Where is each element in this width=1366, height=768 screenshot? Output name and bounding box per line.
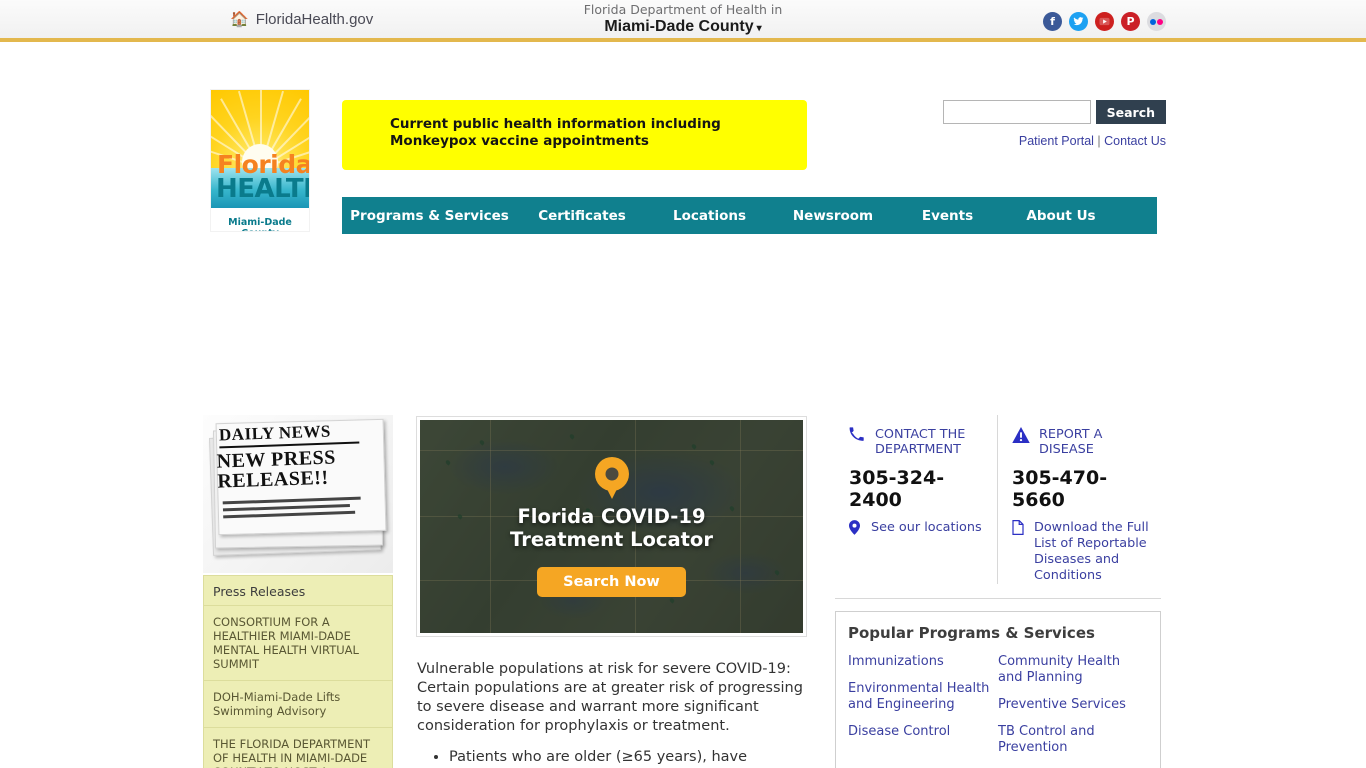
pinterest-icon[interactable]: P (1121, 12, 1140, 31)
search-now-button[interactable]: Search Now (537, 566, 686, 597)
home-link-label: FloridaHealth.gov (255, 11, 374, 28)
masthead: Florida HEALTH Miami-Dade County Current… (0, 42, 1366, 234)
alert-banner-text: Current public health information includ… (390, 116, 721, 149)
list-item: Patients who are older (≥65 years), have… (449, 748, 814, 768)
popular-programs-panel: Popular Programs & Services Immunization… (835, 611, 1161, 768)
right-sidebar: CONTACT THE DEPARTMENT 305-324-2400 See … (835, 415, 1161, 768)
body-paragraph: Vulnerable populations at risk for sever… (417, 661, 803, 734)
phone-icon (849, 427, 866, 448)
nav-item-newsroom[interactable]: Newsroom (772, 208, 894, 224)
left-sidebar: DAILY NEWS NEW PRESS RELEASE!! Press Rel… (203, 415, 393, 768)
report-disease-label[interactable]: REPORT A DISEASE (1039, 427, 1151, 457)
contact-panel: CONTACT THE DEPARTMENT 305-324-2400 See … (835, 415, 1161, 599)
search-input[interactable] (942, 100, 1091, 124)
contact-department-label[interactable]: CONTACT THE DEPARTMENT (875, 427, 987, 457)
nav-item-locations[interactable]: Locations (647, 208, 772, 224)
document-icon (1012, 520, 1025, 538)
report-disease-phone[interactable]: 305-470-5660 (1012, 467, 1151, 511)
home-icon: 🏠 (230, 11, 249, 28)
main-content-column: Florida COVID-19 Treatment Locator Searc… (417, 417, 812, 768)
contact-department-phone[interactable]: 305-324-2400 (849, 467, 987, 511)
utility-links: Patient Portal | Contact Us (1019, 134, 1166, 148)
body-bullet-list: Patients who are older (≥65 years), have… (449, 748, 814, 768)
facebook-icon[interactable]: f (1043, 12, 1062, 31)
chevron-down-icon: ▾ (756, 23, 762, 34)
program-link-community-health[interactable]: Community Health and Planning (998, 654, 1148, 686)
report-disease-block: REPORT A DISEASE 305-470-5660 Download t… (998, 415, 1161, 584)
program-link-tb-control[interactable]: TB Control and Prevention (998, 724, 1148, 756)
logo-wordmark: Florida HEALTH (211, 150, 309, 208)
map-pin-icon (849, 520, 862, 538)
nav-item-programs-services[interactable]: Programs & Services (342, 208, 517, 224)
youtube-icon[interactable] (1095, 12, 1114, 31)
logo-health-text: HEALTH (216, 174, 309, 204)
social-links: f P (1043, 12, 1166, 31)
search-button[interactable]: Search (1095, 100, 1166, 124)
hero-title-line1: Florida COVID-19 (517, 504, 706, 528)
program-link-disease-control[interactable]: Disease Control (848, 724, 998, 740)
nav-item-about-us[interactable]: About Us (1001, 208, 1121, 224)
press-releases-panel: Press Releases CONSORTIUM FOR A HEALTHIE… (203, 575, 393, 768)
nav-item-certificates[interactable]: Certificates (517, 208, 647, 224)
hero-title-line2: Treatment Locator (510, 527, 713, 551)
florida-health-gov-link[interactable]: 🏠 FloridaHealth.gov (230, 11, 373, 28)
logo-county-text: Miami-Dade County (228, 217, 292, 231)
press-releases-title: Press Releases (213, 584, 306, 599)
main-navigation: Programs & Services Certificates Locatio… (342, 197, 1157, 234)
list-item[interactable]: DOH-Miami-Dade Lifts Swimming Advisory (204, 680, 392, 727)
contact-department-block: CONTACT THE DEPARTMENT 305-324-2400 See … (835, 415, 998, 584)
contact-us-link[interactable]: Contact Us (1104, 134, 1166, 148)
newspaper-masthead-text: DAILY NEWS (218, 420, 360, 449)
program-link-preventive-services[interactable]: Preventive Services (998, 697, 1148, 713)
site-search: Search (942, 100, 1166, 124)
list-item[interactable]: THE FLORIDA DEPARTMENT OF HEALTH IN MIAM… (204, 727, 392, 768)
top-utility-bar: 🏠 FloridaHealth.gov Florida Department o… (0, 0, 1366, 42)
newspaper-headline-text: NEW PRESS RELEASE!! (216, 446, 337, 493)
florida-health-logo[interactable]: Florida HEALTH Miami-Dade County (210, 89, 310, 232)
program-link-immunizations[interactable]: Immunizations (848, 654, 998, 670)
flickr-icon[interactable] (1147, 12, 1166, 31)
public-health-alert-banner[interactable]: Current public health information includ… (342, 100, 807, 170)
hero-title: Florida COVID-19 Treatment Locator (510, 505, 713, 551)
county-name-label: Miami-Dade County (604, 18, 754, 35)
link-separator: | (1097, 134, 1101, 148)
map-pin-icon (594, 456, 629, 491)
program-link-environmental-health[interactable]: Environmental Health and Engineering (848, 681, 998, 713)
county-selector[interactable]: Miami-Dade County ▾ (604, 17, 761, 38)
download-reportable-diseases-link[interactable]: Download the Full List of Reportable Dis… (1034, 520, 1151, 584)
press-release-newspaper-image: DAILY NEWS NEW PRESS RELEASE!! (203, 415, 393, 573)
popular-programs-title: Popular Programs & Services (848, 624, 1095, 642)
warning-triangle-icon (1012, 427, 1030, 447)
twitter-icon[interactable] (1069, 12, 1088, 31)
nav-item-events[interactable]: Events (894, 208, 1001, 224)
patient-portal-link[interactable]: Patient Portal (1019, 134, 1094, 148)
list-item[interactable]: CONSORTIUM FOR A HEALTHIER MIAMI-DADE ME… (204, 605, 392, 680)
covid-treatment-locator-banner[interactable]: Florida COVID-19 Treatment Locator Searc… (417, 417, 806, 636)
see-our-locations-link[interactable]: See our locations (871, 520, 982, 536)
